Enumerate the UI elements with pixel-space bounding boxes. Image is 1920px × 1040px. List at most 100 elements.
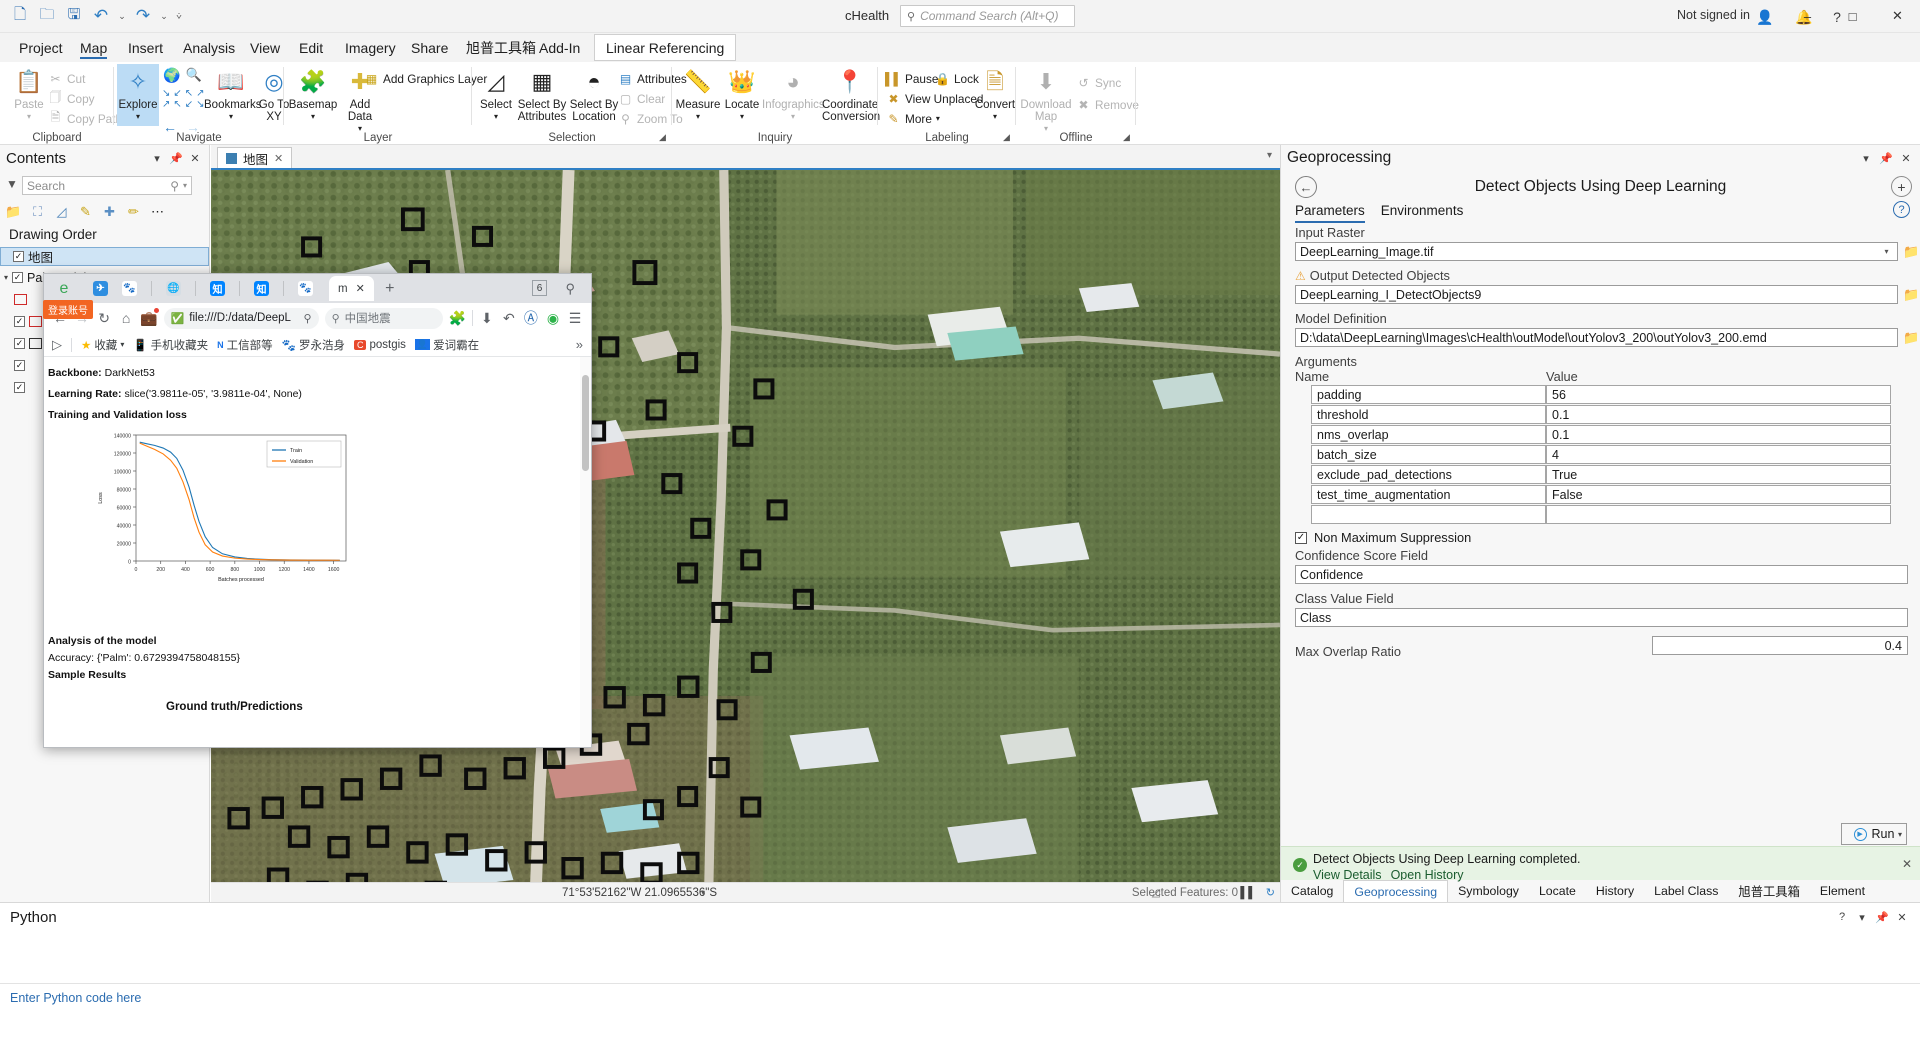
select-button[interactable]: ◿ Select ▾	[474, 65, 518, 123]
view-unplaced-button[interactable]: ✖ View Unplaced	[886, 91, 983, 106]
list-by-drawing-order-icon[interactable]: 📁	[4, 202, 23, 221]
command-search-input[interactable]: ⚲ Command Search (Alt+Q)	[900, 5, 1075, 27]
python-menu-icon[interactable]: ▾	[1854, 909, 1870, 925]
home-icon[interactable]: ⌂	[118, 309, 134, 328]
pinned-site-telegram-icon[interactable]: ✈	[93, 281, 108, 296]
account-icon[interactable]: 👤	[1754, 6, 1776, 28]
sync-button[interactable]: ↺ Sync	[1076, 75, 1121, 90]
contents-pin-icon[interactable]: 📌	[168, 150, 184, 166]
remove-offline-button[interactable]: ✖ Remove	[1076, 97, 1138, 112]
python-close-icon[interactable]: ✕	[1894, 909, 1910, 925]
bookmarks-toggle-icon[interactable]: ▷	[52, 337, 62, 353]
bookmarks-button[interactable]: 📖 Bookmarks ▾	[204, 65, 262, 123]
chevron-down-icon[interactable]: ▾	[1880, 247, 1893, 256]
list-by-selection-icon[interactable]: ◿	[52, 202, 71, 221]
redo-caret-icon[interactable]: ⌄	[158, 11, 170, 22]
layer-checkbox[interactable]: ✓	[13, 251, 24, 262]
argument-name-input[interactable]: padding	[1311, 385, 1546, 404]
downloads-icon[interactable]: ⬇	[479, 309, 495, 328]
chevron-down-icon[interactable]: ▾	[183, 181, 187, 190]
select-by-location-button[interactable]: ◓ Select By Location	[568, 65, 620, 124]
contents-filter-icon[interactable]: ▼	[6, 177, 18, 191]
non-maximum-suppression-row[interactable]: ✓ Non Maximum Suppression	[1295, 530, 1920, 545]
ribbon-tab-linear-referencing[interactable]: Linear Referencing	[594, 34, 737, 61]
labeling-dialog-launcher-icon[interactable]: ◢	[1001, 132, 1012, 143]
pinned-site-baidu-icon[interactable]: 🐾	[122, 281, 137, 296]
layer-checkbox[interactable]: ✓	[14, 382, 25, 393]
gp-menu-icon[interactable]: ▾	[1858, 150, 1874, 166]
python-help-icon[interactable]: ?	[1834, 909, 1850, 925]
contents-close-icon[interactable]: ✕	[187, 150, 203, 166]
gp-pin-icon[interactable]: 📌	[1878, 150, 1894, 166]
tab-parameters[interactable]: Parameters	[1295, 203, 1365, 223]
list-by-editing-icon[interactable]: ✎	[76, 202, 95, 221]
pinned-site-zhihu-1-icon[interactable]: 知	[210, 281, 225, 296]
full-extent-icon[interactable]: 🌍	[163, 67, 180, 84]
argument-name-input[interactable]: batch_size	[1311, 445, 1546, 464]
minimize-button[interactable]: –	[1785, 0, 1830, 32]
map-tab-overflow-icon[interactable]: ▾	[1267, 150, 1272, 161]
list-by-snapping-icon[interactable]: ✚	[100, 202, 119, 221]
symbol-swatch[interactable]	[29, 338, 42, 349]
copy-button[interactable]: 🗍 Copy	[48, 90, 95, 106]
download-map-button[interactable]: ⬇ Download Map ▾	[1020, 65, 1072, 135]
dock-tab-label-class[interactable]: Label Class	[1644, 880, 1728, 902]
bookmark-iciba[interactable]: 👤 爱词霸在	[414, 337, 479, 353]
dock-tab-catalog[interactable]: Catalog	[1281, 880, 1343, 902]
ribbon-tab-view[interactable]: View	[239, 33, 291, 62]
new-project-icon[interactable]: 🗋	[8, 4, 32, 28]
browser-search-box[interactable]: ⚲ 中国地震	[324, 307, 443, 329]
argument-name-input[interactable]: threshold	[1311, 405, 1546, 424]
add-tool-icon[interactable]: +	[1891, 176, 1912, 197]
fixed-zoom-icon[interactable]: 🔍	[185, 67, 201, 84]
back-button[interactable]: ←	[1295, 176, 1317, 198]
map-view-tab[interactable]: 地图 ✕	[217, 147, 293, 168]
argument-name-input[interactable]: test_time_augmentation	[1311, 485, 1546, 504]
gp-close-icon[interactable]: ✕	[1898, 150, 1914, 166]
lock-labeling-button[interactable]: 🔒 Lock	[935, 71, 979, 86]
contents-menu-icon[interactable]: ▾	[149, 150, 165, 166]
bookmark-mobile[interactable]: 📱 手机收藏夹	[133, 337, 208, 353]
run-options-caret-icon[interactable]: ▾	[1898, 830, 1902, 839]
layer-checkbox[interactable]: ✓	[14, 360, 25, 371]
list-by-labeling-icon[interactable]: ✏	[124, 202, 143, 221]
add-graphics-layer-button[interactable]: ▦ Add Graphics Layer	[364, 71, 487, 86]
ribbon-tab-addin[interactable]: Add-In	[528, 33, 591, 62]
locate-button[interactable]: 👑 Locate ▾	[720, 65, 764, 123]
bookmarks-overflow-icon[interactable]: »	[576, 337, 583, 352]
restore-button[interactable]: □	[1830, 0, 1875, 32]
extensions-puzzle-icon[interactable]: 🧩	[449, 309, 466, 328]
layer-checkbox[interactable]: ✓	[14, 316, 25, 327]
dock-tab-locate[interactable]: Locate	[1529, 880, 1586, 902]
browser-scrollbar[interactable]	[580, 357, 591, 747]
navigation-arrows-grid[interactable]: ↘↙↖↗ ↗↖↙↘	[162, 88, 208, 110]
close-icon[interactable]: ✕	[356, 282, 365, 295]
pinned-site-baidu-2-icon[interactable]: 🐾	[298, 281, 313, 296]
browser-address-bar[interactable]: ✅ file:///D:/data/DeepL ⚲	[163, 307, 319, 329]
argument-value-input[interactable]: True	[1546, 465, 1891, 484]
contents-sublayer-5[interactable]: ✓	[14, 378, 25, 397]
save-project-icon[interactable]: 🖫	[62, 4, 86, 28]
contents-sublayer-4[interactable]: ✓	[14, 356, 25, 375]
coordinate-conversion-button[interactable]: 📍 Coordinate Conversion	[822, 65, 880, 124]
convert-labels-button[interactable]: 🗎 Convert ▾	[974, 65, 1016, 123]
input-raster-input[interactable]: DeepLearning_Image.tif ▾	[1295, 242, 1898, 261]
ribbon-tab-project[interactable]: Project	[8, 33, 74, 62]
dock-tab-geoprocessing[interactable]: Geoprocessing	[1343, 880, 1449, 902]
clear-selection-button[interactable]: ▢ Clear	[618, 91, 665, 106]
ribbon-tab-insert[interactable]: Insert	[117, 33, 174, 62]
undo-caret-icon[interactable]: ⌄	[116, 11, 128, 22]
measure-button[interactable]: 📏 Measure ▾	[674, 65, 722, 123]
ribbon-tab-map[interactable]: Map	[69, 33, 118, 62]
refresh-icon[interactable]: ↻	[1266, 886, 1275, 899]
ai-assistant-icon[interactable]: Ⓐ	[523, 309, 539, 328]
scrollbar-thumb[interactable]	[582, 375, 589, 471]
contents-sublayer-3[interactable]: ✓	[14, 334, 42, 353]
python-prompt[interactable]: Enter Python code here	[10, 991, 141, 1005]
list-by-data-source-icon[interactable]: ⛶	[28, 202, 47, 221]
layer-checkbox[interactable]: ✓	[12, 272, 24, 283]
class-value-input[interactable]: Class	[1295, 608, 1908, 627]
ribbon-tab-analysis[interactable]: Analysis	[172, 33, 246, 62]
dock-tab-旭普工具箱[interactable]: 旭普工具箱	[1728, 880, 1810, 902]
pinned-site-zhihu-2-icon[interactable]: 知	[254, 281, 269, 296]
